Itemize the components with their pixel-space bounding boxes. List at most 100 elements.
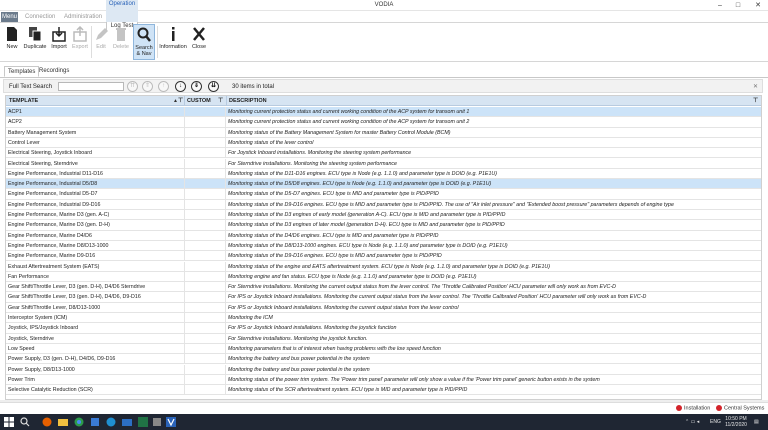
template-cell: Exhaust Aftertreatment System (EATS) xyxy=(8,263,100,270)
template-cell: Engine Performance, Marine D9-D16 xyxy=(8,253,96,260)
table-row[interactable]: ACP2 Monitoring current protection status… xyxy=(6,117,761,128)
table-row[interactable]: Power Supply, D3 (gen. D-H), D4/D6, D9-D… xyxy=(6,354,761,365)
mail-icon[interactable] xyxy=(122,417,132,427)
maximize-icon[interactable]: □ xyxy=(730,0,746,11)
table-row[interactable]: Low Speed Monitoring parameters that is o… xyxy=(6,343,761,355)
description-cell: For Joystick Inboard installations. Moni… xyxy=(228,150,412,157)
central-systems-status[interactable]: Central Systems xyxy=(716,405,764,411)
table-row[interactable]: Engine Performance, Marine D3 (gen. D-H)… xyxy=(6,220,761,231)
table-row[interactable]: Gear Shift/Throttle Lever, D3 (gen. D-H)… xyxy=(6,282,761,293)
header-template[interactable]: TEMPLATE xyxy=(9,98,38,104)
table-row[interactable]: Engine Performance, Marine D3 (gen. A-C)… xyxy=(6,210,761,221)
export-icon xyxy=(73,26,87,42)
table-row[interactable]: Engine Performance, Marine D9-D16 Monitor… xyxy=(6,251,761,262)
notifications-icon[interactable]: ▤ xyxy=(754,419,759,425)
error-dot-icon xyxy=(676,405,682,411)
table-row[interactable]: Joystick, Sterndrive For Sterndrive insta… xyxy=(6,333,761,344)
search-icon[interactable] xyxy=(20,417,30,427)
filter-icon[interactable]: ⊤ xyxy=(178,97,183,104)
tab-recordings[interactable]: Recordings xyxy=(36,66,72,77)
edit-button[interactable]: Edit xyxy=(92,24,110,60)
close-search-icon[interactable]: ✕ xyxy=(753,83,758,90)
table-row[interactable]: ACP1 Monitoring current protection status… xyxy=(6,107,761,118)
table-row[interactable]: Electrical Steering, Sterndrive For Stern… xyxy=(6,158,761,169)
filter-icon[interactable]: ⊤ xyxy=(753,97,758,104)
chrome-icon[interactable] xyxy=(74,417,84,427)
next-item-icon[interactable]: ↓ xyxy=(175,81,186,92)
description-cell: For Sterndrive installations. Monitoring… xyxy=(228,284,616,291)
full-text-search-label: Full Text Search xyxy=(9,84,52,90)
first-item-icon[interactable]: ⇈ xyxy=(127,81,138,92)
header-description[interactable]: DESCRIPTION xyxy=(229,98,267,104)
table-row[interactable]: Electrical Steering, Joystick Inboard For… xyxy=(6,148,761,159)
previous-item-icon[interactable]: ↑ xyxy=(158,81,169,92)
table-row[interactable]: Joystick, IPS/Joystick Inboard For IPS or… xyxy=(6,323,761,334)
table-row[interactable]: Power Trim Monitoring status of the power… xyxy=(6,374,761,386)
description-cell: For IPS or Joystick Inboard installation… xyxy=(228,294,647,301)
filter-icon[interactable]: ⊤ xyxy=(218,97,223,104)
duplicate-icon xyxy=(29,27,42,42)
template-cell: Low Speed xyxy=(8,345,35,352)
table-row[interactable]: Gear Shift/Throttle Lever, D3 (gen. D-H)… xyxy=(6,292,761,303)
close-button[interactable]: Close xyxy=(189,24,209,60)
import-button[interactable]: Import xyxy=(48,24,70,60)
file-explorer-icon[interactable] xyxy=(58,417,68,427)
table-row[interactable]: Engine Performance, Marine D8/D13-1000 Mo… xyxy=(6,240,761,252)
tray-icons[interactable]: ⌃ ▭ ◂ xyxy=(685,419,699,425)
edge-icon[interactable] xyxy=(106,417,116,427)
template-cell: Power Supply, D8/D13-1000 xyxy=(8,366,75,373)
table-row[interactable]: Engine Performance, Industrial D5-D7 Moni… xyxy=(6,189,761,200)
full-text-search-input[interactable] xyxy=(58,82,124,91)
store-icon[interactable] xyxy=(90,417,100,427)
excel-icon[interactable] xyxy=(138,417,148,427)
custom-cell xyxy=(184,271,226,282)
tab-administration[interactable]: Administration xyxy=(64,12,102,22)
table-row[interactable]: Gear Shift/Throttle Lever, D8/D13-1000 Fo… xyxy=(6,302,761,313)
template-cell: Electrical Steering, Joystick Inboard xyxy=(8,150,92,157)
table-row[interactable]: Battery Management System Monitoring stat… xyxy=(6,127,761,138)
export-button[interactable]: Export xyxy=(70,24,90,60)
custom-cell xyxy=(184,230,226,240)
description-cell: Monitoring current protection status and… xyxy=(228,109,470,115)
app-icon[interactable] xyxy=(152,417,162,427)
table-row[interactable]: Engine Performance, Industrial D5/D8 Moni… xyxy=(6,179,761,190)
information-button[interactable]: Information xyxy=(158,24,188,60)
table-row[interactable]: Exhaust Aftertreatment System (EATS) Moni… xyxy=(6,261,761,272)
custom-cell xyxy=(184,220,226,230)
language-indicator[interactable]: ENG xyxy=(710,419,721,425)
table-row[interactable]: Engine Performance, Marine D4/D6 Monitori… xyxy=(6,230,761,241)
table-row[interactable]: Engine Performance, Industrial D9-D16 Mon… xyxy=(6,199,761,210)
vodia-app-icon[interactable] xyxy=(166,417,176,427)
previous-page-icon[interactable]: ⇑ xyxy=(142,81,153,92)
minimize-icon[interactable]: – xyxy=(712,0,728,11)
description-cell: Monitoring status of the D9-D16 engines.… xyxy=(228,253,442,260)
windows-start-icon[interactable] xyxy=(4,417,14,427)
next-page-icon[interactable]: ⇓ xyxy=(191,81,202,92)
last-item-icon[interactable]: ⇊ xyxy=(208,81,219,92)
description-cell: Monitoring engine and fan status. ECU ty… xyxy=(228,273,477,280)
template-cell: Selective Catalytic Reduction (SCR) xyxy=(8,387,93,394)
new-button[interactable]: New xyxy=(2,24,22,60)
header-custom[interactable]: CUSTOM xyxy=(187,98,211,104)
close-window-icon[interactable]: ✕ xyxy=(750,0,766,11)
custom-cell xyxy=(184,158,226,168)
clock[interactable]: 10:50 PM 11/2/2020 xyxy=(724,416,748,428)
table-row[interactable]: Engine Performance, Industrial D11-D16 Mo… xyxy=(6,168,761,180)
search-icon xyxy=(137,27,151,42)
template-cell: ACP2 xyxy=(8,119,22,126)
table-row[interactable]: Interceptor System (ICM) Monitoring the I… xyxy=(6,313,761,324)
table-row[interactable]: Control Lever Monitoring status of the le… xyxy=(6,137,761,149)
installation-status[interactable]: Installation xyxy=(676,405,710,411)
firefox-icon[interactable] xyxy=(42,417,52,427)
menu-button[interactable]: Menu xyxy=(1,12,18,22)
trash-icon xyxy=(116,28,126,41)
tab-templates[interactable]: Templates xyxy=(4,66,40,77)
tab-connection[interactable]: Connection xyxy=(25,12,55,22)
table-row[interactable]: Selective Catalytic Reduction (SCR) Monit… xyxy=(6,385,761,396)
sub-tabs: Templates Recordings xyxy=(0,66,768,77)
table-row[interactable]: Power Supply, D8/D13-1000 Monitoring the … xyxy=(6,364,761,375)
delete-button[interactable]: Delete xyxy=(110,24,132,60)
duplicate-button[interactable]: Duplicate xyxy=(22,24,48,60)
search-nav-button[interactable]: Search & Nav xyxy=(133,24,155,60)
table-row[interactable]: Fan Performance Monitoring engine and fan… xyxy=(6,271,761,283)
